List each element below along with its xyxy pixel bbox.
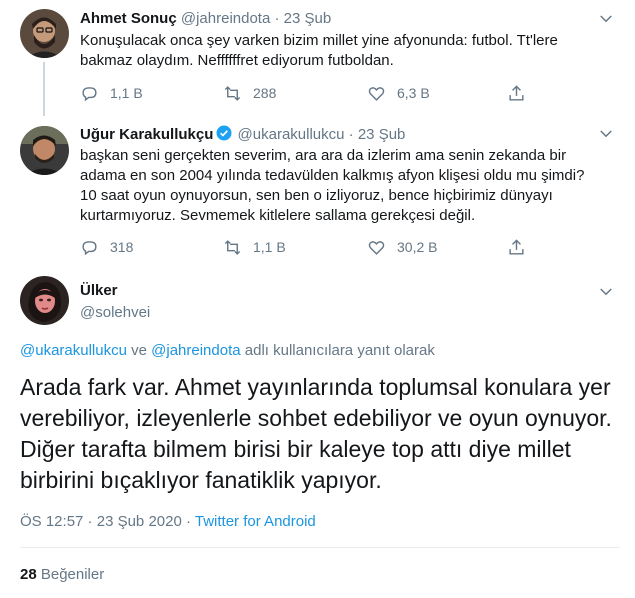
avatar-ahmet[interactable] bbox=[20, 9, 69, 58]
reply-to-user-link[interactable]: @ukarakullukcu bbox=[20, 342, 127, 359]
main-tweet-text: Arada fark var. Ahmet yayınlarında toplu… bbox=[20, 374, 612, 493]
share-button[interactable] bbox=[507, 237, 526, 257]
verified-badge-icon bbox=[216, 125, 232, 141]
separator: · bbox=[348, 126, 354, 143]
likes-label: Beğeniler bbox=[36, 566, 105, 583]
user-info: Ülker bbox=[80, 281, 118, 301]
separator: · bbox=[181, 513, 195, 530]
display-name[interactable]: Ahmet Sonuç bbox=[80, 10, 177, 27]
reply-button[interactable]: 1,1 B bbox=[80, 83, 143, 103]
tweet-date[interactable]: 23 Şub 2020 bbox=[97, 513, 182, 530]
like-button[interactable]: 30,2 B bbox=[367, 237, 437, 257]
chevron-down-icon[interactable] bbox=[597, 10, 615, 28]
separator: · bbox=[274, 10, 280, 27]
timestamp[interactable]: 23 Şub bbox=[358, 126, 406, 143]
likes-count: 28 bbox=[20, 566, 37, 583]
timestamp[interactable]: 23 Şub bbox=[284, 10, 332, 27]
reply-to-user-link[interactable]: @jahreindota bbox=[151, 342, 240, 359]
tweet-text: başkan seni gerçekten severim, ara ara d… bbox=[80, 147, 585, 224]
tweet-actions: 318 1,1 B 30,2 B bbox=[80, 237, 530, 257]
reply-count: 1,1 B bbox=[110, 85, 143, 101]
tweet-ugur[interactable]: Uğur Karakullukçu @ukarakullukcu · 23 Şu… bbox=[0, 120, 635, 270]
tweet-time[interactable]: ÖS 12:57 bbox=[20, 513, 83, 530]
reply-button[interactable]: 318 bbox=[80, 237, 133, 257]
avatar-ulker[interactable] bbox=[20, 276, 69, 325]
share-icon bbox=[509, 238, 524, 255]
like-icon bbox=[368, 240, 385, 255]
reply-icon bbox=[82, 240, 97, 255]
retweet-icon bbox=[224, 85, 241, 101]
reply-to-suffix: adlı kullanıcılara yanıt olarak bbox=[240, 342, 435, 359]
tweet-actions: 1,1 B 288 6,3 B bbox=[80, 83, 530, 103]
tweet-source-link[interactable]: Twitter for Android bbox=[195, 513, 316, 530]
retweet-icon bbox=[224, 239, 241, 255]
like-icon bbox=[368, 86, 385, 101]
retweet-button[interactable]: 288 bbox=[223, 83, 276, 103]
tweet-ahmet[interactable]: Ahmet Sonuç @jahreindota · 23 Şub Konuşu… bbox=[0, 0, 635, 120]
display-name[interactable]: Ülker bbox=[80, 282, 118, 299]
like-count: 30,2 B bbox=[397, 239, 438, 255]
reply-to-and: ve bbox=[126, 342, 152, 359]
chevron-down-icon[interactable] bbox=[597, 125, 615, 143]
tweet-header: Ahmet Sonuç @jahreindota · 23 Şub bbox=[80, 9, 331, 29]
reply-icon bbox=[82, 86, 97, 101]
separator: · bbox=[83, 513, 97, 530]
replying-to: @ukarakullukcu ve @jahreindota adlı kull… bbox=[20, 341, 435, 361]
user-handle[interactable]: @ukarakullukcu bbox=[238, 126, 345, 143]
display-name[interactable]: Uğur Karakullukçu bbox=[80, 126, 213, 143]
retweet-count: 1,1 B bbox=[253, 239, 286, 255]
user-handle[interactable]: @jahreindota bbox=[181, 10, 270, 27]
user-handle[interactable]: @solehvei bbox=[80, 304, 150, 321]
tweet-meta: ÖS 12:57 · 23 Şub 2020 · Twitter for And… bbox=[20, 512, 316, 532]
retweet-button[interactable]: 1,1 B bbox=[223, 237, 286, 257]
share-icon bbox=[509, 84, 524, 101]
reply-count: 318 bbox=[110, 239, 134, 255]
chevron-down-icon[interactable] bbox=[597, 283, 615, 301]
like-count: 6,3 B bbox=[397, 85, 430, 101]
likes-summary[interactable]: 28 Beğeniler bbox=[20, 565, 104, 585]
share-button[interactable] bbox=[507, 83, 526, 103]
tweet-header: Uğur Karakullukçu @ukarakullukcu · 23 Şu… bbox=[80, 124, 405, 145]
like-button[interactable]: 6,3 B bbox=[367, 83, 430, 103]
retweet-count: 288 bbox=[253, 85, 277, 101]
divider bbox=[20, 547, 620, 548]
avatar-ugur[interactable] bbox=[20, 126, 69, 175]
thread-line bbox=[43, 62, 45, 116]
user-info: @solehvei bbox=[80, 303, 150, 323]
tweet-text: Konuşulacak onca şey varken bizim millet… bbox=[80, 32, 558, 69]
